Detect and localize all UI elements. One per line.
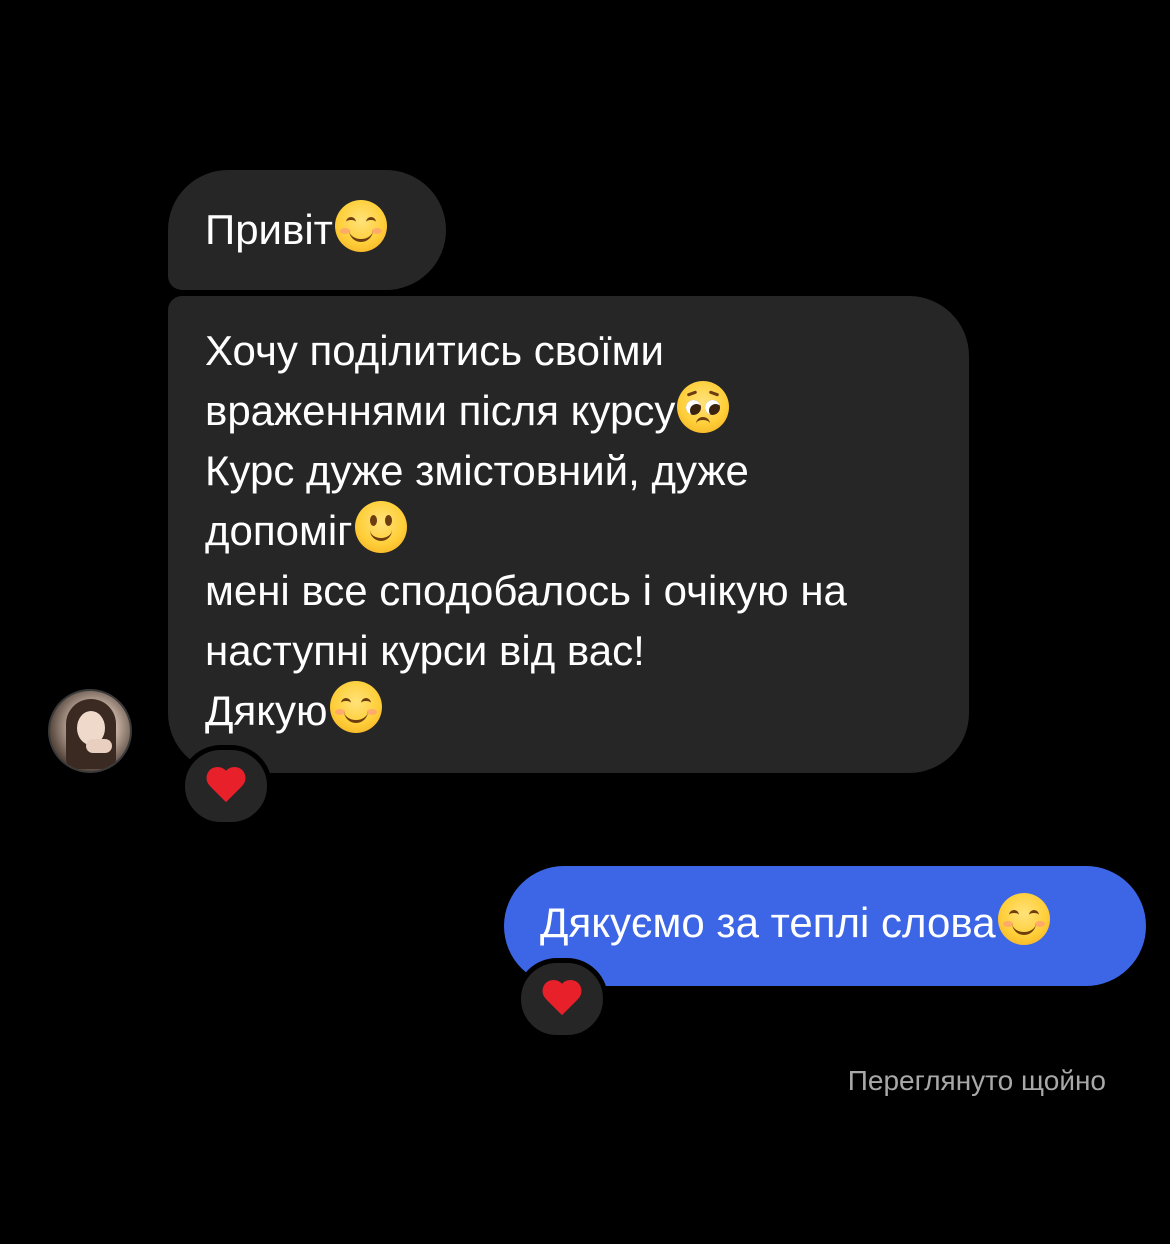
red-heart-icon <box>206 768 246 804</box>
incoming-message-greeting[interactable]: Привіт <box>168 170 446 290</box>
message-line: Дякую <box>205 681 939 741</box>
heart-reaction-badge[interactable] <box>180 745 272 827</box>
heart-reaction-badge[interactable] <box>516 958 608 1040</box>
message-line: допоміг <box>205 501 939 561</box>
message-line: враженнями після курсу <box>205 381 939 441</box>
slightly-smiling-face-emoji-icon <box>354 501 407 553</box>
seen-status: Переглянуто щойно <box>847 1065 1106 1096</box>
message-line: Хочу поділитись своїми <box>205 327 664 374</box>
message-line: Курс дуже змістовний, дуже <box>205 447 749 494</box>
message-line: наступні курси від вас! <box>205 627 645 674</box>
sender-avatar[interactable] <box>48 689 132 773</box>
red-heart-icon <box>542 981 582 1017</box>
pleading-face-emoji-icon <box>677 381 730 433</box>
message-text: Привіт <box>205 206 333 253</box>
smiling-face-emoji-icon <box>329 681 382 733</box>
message-text: Дякуємо за теплі слова <box>540 899 996 946</box>
message-line: мені все сподобалось і очікую на <box>205 567 847 614</box>
incoming-message-feedback[interactable]: Хочу поділитись своїми враженнями після … <box>168 296 969 773</box>
outgoing-message-reply[interactable]: Дякуємо за теплі слова <box>504 866 1146 986</box>
chat-thread: Привіт Хочу поділитись своїми враженнями… <box>0 0 1170 1244</box>
smiling-face-emoji-icon <box>334 200 387 252</box>
smiling-face-emoji-icon <box>997 893 1050 945</box>
